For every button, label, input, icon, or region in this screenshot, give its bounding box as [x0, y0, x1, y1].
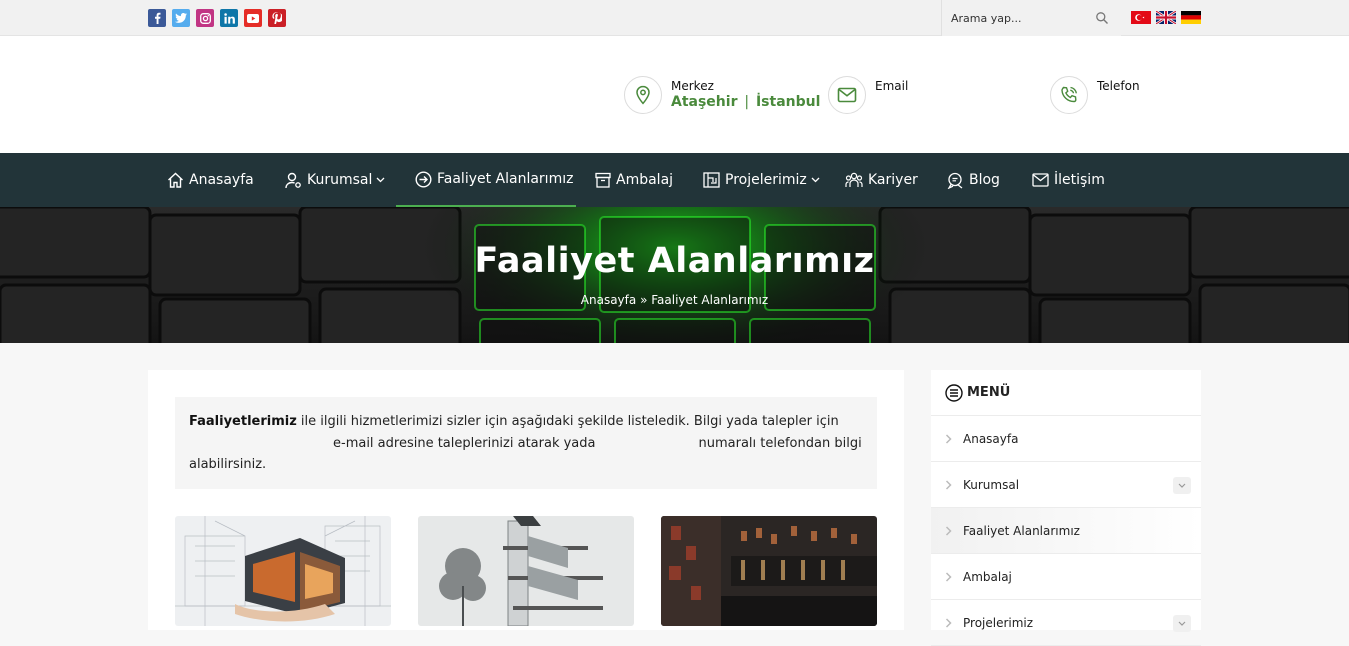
- map-pin-icon: [624, 76, 662, 114]
- menu-icon: [945, 383, 963, 402]
- twitter-icon[interactable]: [172, 9, 190, 27]
- nav-label: Faaliyet Alanlarımız: [437, 171, 574, 187]
- interior-bar-image[interactable]: [661, 516, 877, 626]
- contact-address: Merkez Ataşehir | İstanbul: [624, 76, 820, 114]
- contact-label: Merkez: [671, 79, 714, 93]
- site-header: Merkez Ataşehir | İstanbul Email Telefon: [0, 36, 1349, 153]
- building-section-image[interactable]: [418, 516, 634, 626]
- search-box: [941, 0, 1121, 36]
- intro-line-1: ile ilgili hizmetlerimizi sizler için aş…: [296, 414, 839, 429]
- sidebar-item-label: Ambalaj: [963, 569, 1012, 584]
- nav-item-iletisim[interactable]: İletişim: [1032, 153, 1105, 207]
- user-gear-icon: [285, 172, 301, 188]
- instagram-icon[interactable]: [196, 9, 214, 27]
- page-title: Faaliyet Alanlarımız: [474, 241, 875, 281]
- breadcrumb-separator: »: [640, 293, 648, 307]
- contact-value: Ataşehir | İstanbul: [671, 93, 820, 111]
- chevron-down-icon: [1178, 621, 1186, 626]
- nav-label: Kurumsal: [307, 172, 373, 188]
- sidebar-item-ambalaj[interactable]: Ambalaj: [931, 554, 1201, 600]
- chevron-down-icon: [811, 177, 820, 183]
- content-card: Faaliyetlerimiz ile ilgili hizmetlerimiz…: [148, 370, 904, 630]
- intro-line-2a: e-mail adresine taleplerinizi atarak yad…: [333, 435, 596, 451]
- contact-phone: Telefon: [1050, 76, 1140, 114]
- separator: |: [744, 94, 750, 110]
- intro-line-2b: numaralı telefondan bilgi: [698, 435, 862, 451]
- chevron-right-icon: [945, 571, 952, 582]
- arrow-circle-icon: [415, 170, 432, 188]
- phone-icon: [1050, 76, 1088, 114]
- architecture-house-image[interactable]: [175, 516, 391, 626]
- nav-item-ambalaj[interactable]: Ambalaj: [595, 153, 673, 207]
- sidebar-item-faaliyet-alanlarimiz[interactable]: Faaliyet Alanlarımız: [931, 508, 1201, 554]
- chevron-right-icon: [945, 617, 952, 628]
- nav-item-kariyer[interactable]: Kariyer: [845, 153, 918, 207]
- pinterest-icon[interactable]: [268, 9, 286, 27]
- sidebar-menu: MENÜ Anasayfa Kurumsal Faaliyet Alanları…: [931, 370, 1201, 646]
- contact-label: Telefon: [1097, 79, 1140, 93]
- envelope-icon: [828, 76, 866, 114]
- nav-label: Kariyer: [868, 172, 918, 188]
- nav-label: Ambalaj: [616, 172, 674, 188]
- turkish-flag-icon[interactable]: [1131, 11, 1151, 24]
- box-icon: [595, 172, 611, 188]
- sidebar-item-label: Projelerimiz: [963, 615, 1034, 630]
- intro-bold: Faaliyetlerimiz: [189, 414, 297, 429]
- chevron-right-icon: [945, 479, 952, 490]
- intro-text-box: Faaliyetlerimiz ile ilgili hizmetlerimiz…: [175, 397, 877, 489]
- facebook-icon[interactable]: [148, 9, 166, 27]
- chevron-right-icon: [945, 525, 952, 536]
- social-links: [148, 9, 286, 27]
- sidebar-item-anasayfa[interactable]: Anasayfa: [931, 416, 1201, 462]
- sidebar-item-projelerimiz[interactable]: Projelerimiz: [931, 600, 1201, 646]
- chevron-down-icon: [1178, 483, 1186, 488]
- nav-label: İletişim: [1054, 172, 1105, 188]
- breadcrumb: Anasayfa » Faaliyet Alanlarımız: [0, 293, 1349, 307]
- home-icon: [168, 172, 183, 188]
- main-navigation: Anasayfa Kurumsal Faaliyet Alanlarımız A…: [0, 153, 1349, 207]
- breadcrumb-home-link[interactable]: Anasayfa: [581, 293, 636, 307]
- chevron-down-icon: [376, 177, 385, 183]
- german-flag-icon[interactable]: [1181, 11, 1201, 24]
- language-flags: [1131, 11, 1201, 24]
- breadcrumb-current: Faaliyet Alanlarımız: [651, 293, 769, 307]
- sidebar-item-kurumsal[interactable]: Kurumsal: [931, 462, 1201, 508]
- nav-item-blog[interactable]: Blog: [947, 153, 1000, 207]
- nav-item-kurumsal[interactable]: Kurumsal: [285, 153, 390, 207]
- top-bar: [0, 0, 1349, 36]
- page-banner: Faaliyet Alanlarımız Anasayfa » Faaliyet…: [0, 207, 1349, 343]
- contact-email: Email: [828, 76, 908, 114]
- nav-label: Anasayfa: [189, 172, 254, 188]
- contact-label: Email: [875, 79, 909, 93]
- team-icon: [845, 172, 863, 187]
- chevron-right-icon: [945, 433, 952, 444]
- nav-label: Projelerimiz: [725, 172, 807, 188]
- sidebar-item-label: Anasayfa: [963, 431, 1019, 446]
- blueprint-icon: [703, 172, 720, 188]
- sidebar-item-label: Faaliyet Alanlarımız: [963, 523, 1080, 538]
- submenu-toggle[interactable]: [1173, 477, 1191, 494]
- intro-line-3: alabilirsiniz.: [189, 457, 267, 472]
- nav-item-faaliyet-alanlarimiz[interactable]: Faaliyet Alanlarımız: [396, 153, 576, 207]
- nav-label: Blog: [969, 172, 1000, 188]
- submenu-toggle[interactable]: [1173, 615, 1191, 632]
- search-icon[interactable]: [1095, 11, 1109, 25]
- sidebar-title: MENÜ: [967, 385, 1011, 400]
- sidebar-item-label: Kurumsal: [963, 477, 1020, 492]
- nav-item-anasayfa[interactable]: Anasayfa: [167, 153, 254, 207]
- city: İstanbul: [755, 94, 821, 110]
- linkedin-icon[interactable]: [220, 9, 238, 27]
- english-flag-icon[interactable]: [1156, 11, 1176, 24]
- search-input[interactable]: [942, 11, 1082, 25]
- chat-icon: [947, 172, 963, 189]
- envelope-icon: [1032, 173, 1049, 187]
- nav-item-projelerimiz[interactable]: Projelerimiz: [703, 153, 825, 207]
- district: Ataşehir: [671, 94, 738, 110]
- sidebar-header: MENÜ: [931, 370, 1201, 416]
- youtube-icon[interactable]: [244, 9, 262, 27]
